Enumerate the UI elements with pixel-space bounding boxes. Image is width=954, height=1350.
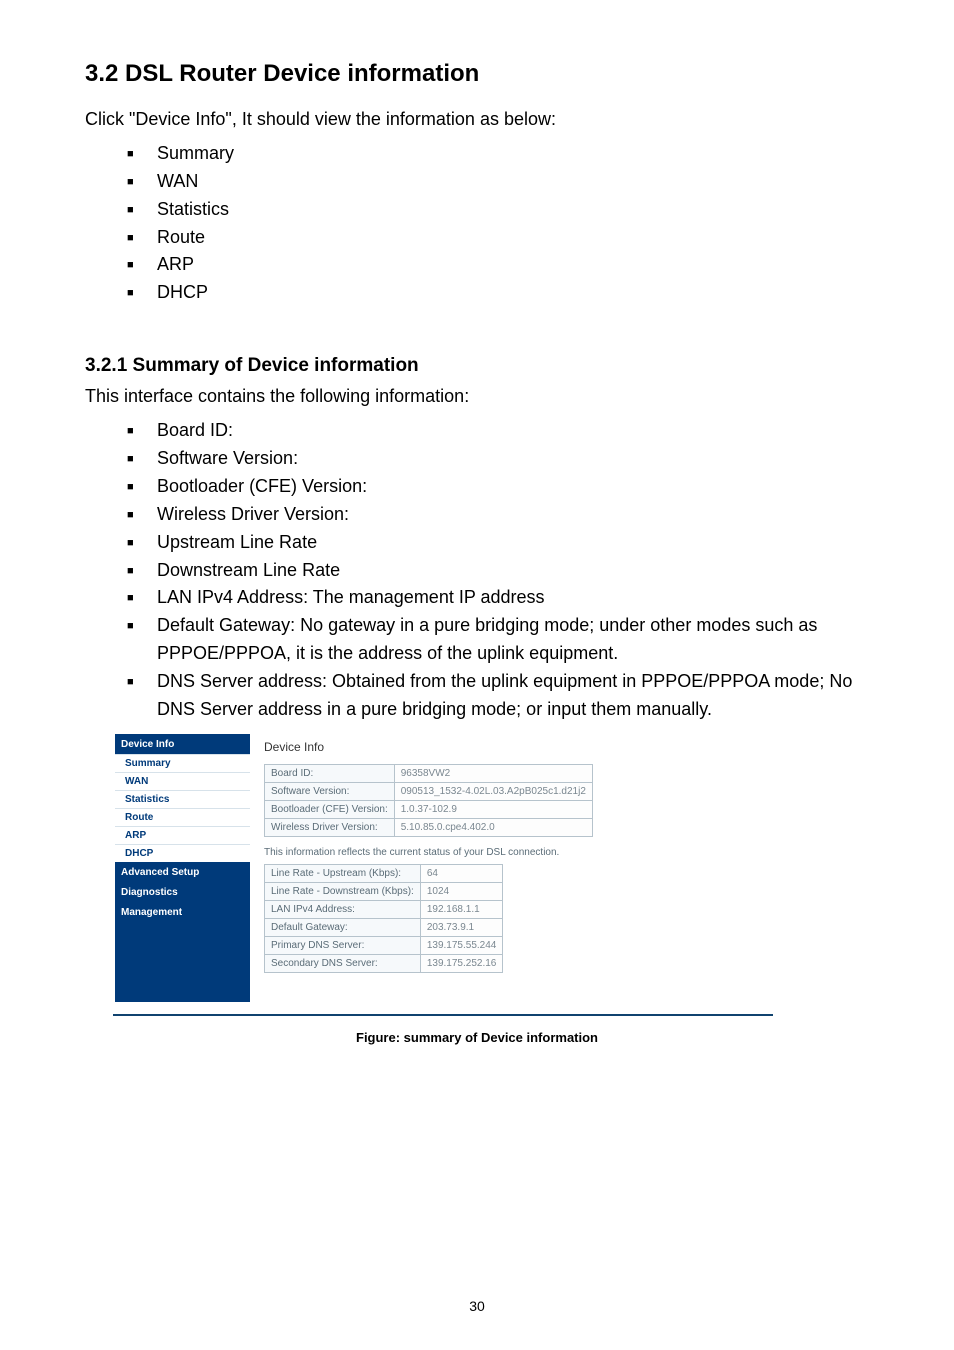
table-row: Secondary DNS Server:139.175.252.16 <box>265 954 503 972</box>
bullet-item: DHCP <box>127 279 869 307</box>
cell-value: 090513_1532-4.02L.03.A2pB025c1.d21j2 <box>394 782 592 800</box>
content-panel: Device Info Board ID:96358VW2 Software V… <box>250 734 607 1002</box>
cell-label: Software Version: <box>265 782 395 800</box>
sidebar-item-arp[interactable]: ARP <box>115 826 250 844</box>
cell-value: 96358VW2 <box>394 764 592 782</box>
cell-label: Secondary DNS Server: <box>265 954 421 972</box>
sidebar-item-statistics[interactable]: Statistics <box>115 790 250 808</box>
table-row: Board ID:96358VW2 <box>265 764 593 782</box>
subsection-heading: 3.2.1 Summary of Device information <box>85 355 869 377</box>
bullet-item: WAN <box>127 168 869 196</box>
bullet-item: Downstream Line Rate <box>127 557 869 585</box>
bullet-item: Software Version: <box>127 445 869 473</box>
bullet-item: Wireless Driver Version: <box>127 501 869 529</box>
intro-text-1: Click "Device Info", It should view the … <box>85 106 869 134</box>
sidebar-item-summary[interactable]: Summary <box>115 754 250 772</box>
bullet-item: DNS Server address: Obtained from the up… <box>127 668 869 724</box>
cell-value: 192.168.1.1 <box>420 900 503 918</box>
status-note: This information reflects the current st… <box>264 847 593 858</box>
sidebar-item-route[interactable]: Route <box>115 808 250 826</box>
cell-value: 64 <box>420 864 503 882</box>
status-table: Line Rate - Upstream (Kbps):64 Line Rate… <box>264 864 503 973</box>
cell-label: LAN IPv4 Address: <box>265 900 421 918</box>
cell-label: Line Rate - Downstream (Kbps): <box>265 882 421 900</box>
cell-label: Bootloader (CFE) Version: <box>265 800 395 818</box>
bullet-list-1: Summary WAN Statistics Route ARP DHCP <box>127 140 869 307</box>
cell-value: 203.73.9.1 <box>420 918 503 936</box>
sidebar-header-advanced-setup[interactable]: Advanced Setup <box>115 862 250 882</box>
table-row: Wireless Driver Version:5.10.85.0.cpe4.4… <box>265 818 593 836</box>
cell-value: 1024 <box>420 882 503 900</box>
content-title: Device Info <box>264 740 593 754</box>
divider <box>113 1014 773 1016</box>
cell-label: Default Gateway: <box>265 918 421 936</box>
page-number: 30 <box>0 1298 954 1314</box>
bullet-item: LAN IPv4 Address: The management IP addr… <box>127 584 869 612</box>
sidebar-item-dhcp[interactable]: DHCP <box>115 844 250 862</box>
cell-value: 139.175.55.244 <box>420 936 503 954</box>
cell-label: Wireless Driver Version: <box>265 818 395 836</box>
bullet-item: Statistics <box>127 196 869 224</box>
bullet-item: Route <box>127 224 869 252</box>
device-info-table: Board ID:96358VW2 Software Version:09051… <box>264 764 593 837</box>
table-row: Default Gateway:203.73.9.1 <box>265 918 503 936</box>
sidebar: Device Info Summary WAN Statistics Route… <box>115 734 250 1002</box>
table-row: Line Rate - Upstream (Kbps):64 <box>265 864 503 882</box>
sidebar-item-wan[interactable]: WAN <box>115 772 250 790</box>
cell-value: 139.175.252.16 <box>420 954 503 972</box>
sidebar-header-device-info[interactable]: Device Info <box>115 734 250 754</box>
sidebar-filler <box>115 922 250 1002</box>
table-row: LAN IPv4 Address:192.168.1.1 <box>265 900 503 918</box>
bullet-item: Summary <box>127 140 869 168</box>
intro-text-2: This interface contains the following in… <box>85 383 869 411</box>
cell-label: Primary DNS Server: <box>265 936 421 954</box>
table-row: Bootloader (CFE) Version:1.0.37-102.9 <box>265 800 593 818</box>
table-row: Software Version:090513_1532-4.02L.03.A2… <box>265 782 593 800</box>
figure-caption: Figure: summary of Device information <box>85 1030 869 1045</box>
bullet-item: Board ID: <box>127 417 869 445</box>
section-heading: 3.2 DSL Router Device information <box>85 60 869 88</box>
screenshot-panel: Device Info Summary WAN Statistics Route… <box>115 734 869 1002</box>
bullet-item: ARP <box>127 251 869 279</box>
table-row: Primary DNS Server:139.175.55.244 <box>265 936 503 954</box>
table-row: Line Rate - Downstream (Kbps):1024 <box>265 882 503 900</box>
cell-value: 5.10.85.0.cpe4.402.0 <box>394 818 592 836</box>
cell-value: 1.0.37-102.9 <box>394 800 592 818</box>
sidebar-header-diagnostics[interactable]: Diagnostics <box>115 882 250 902</box>
sidebar-header-management[interactable]: Management <box>115 902 250 922</box>
bullet-item: Bootloader (CFE) Version: <box>127 473 869 501</box>
bullet-item: Default Gateway: No gateway in a pure br… <box>127 612 869 668</box>
bullet-item: Upstream Line Rate <box>127 529 869 557</box>
cell-label: Line Rate - Upstream (Kbps): <box>265 864 421 882</box>
cell-label: Board ID: <box>265 764 395 782</box>
bullet-list-2: Board ID: Software Version: Bootloader (… <box>127 417 869 724</box>
